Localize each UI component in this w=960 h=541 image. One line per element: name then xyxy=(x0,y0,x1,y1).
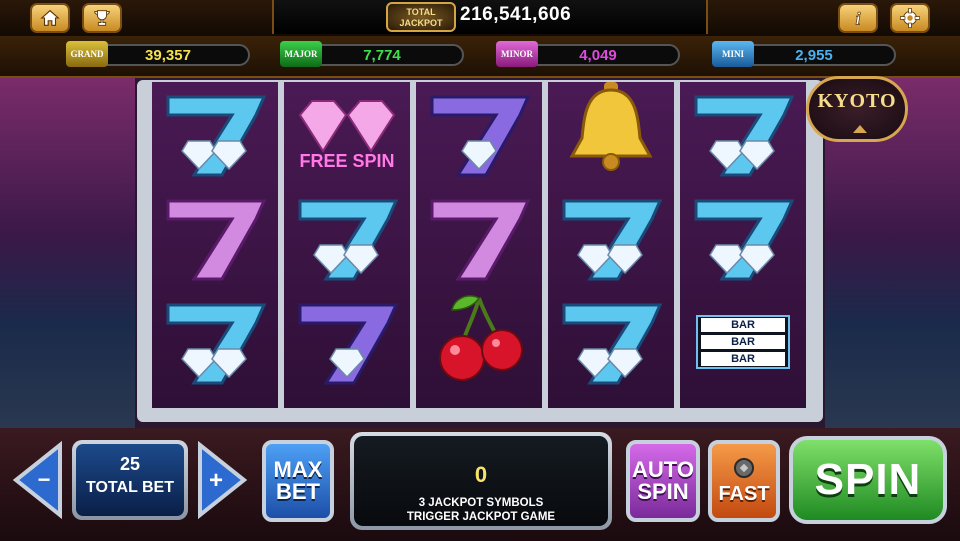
auto-spin-button[interactable]: AUTO SPIN xyxy=(626,440,700,522)
spin-button[interactable]: SPIN xyxy=(789,436,947,524)
max-bet-line1: MAX xyxy=(273,457,323,482)
reel-3-symbol-2 xyxy=(424,190,534,286)
reel-4-symbol-1 xyxy=(556,80,666,176)
minor-jackpot-value: 4,049 xyxy=(516,44,680,66)
jackpot-bar: 39,357 GRAND 7,774 MAJOR 4,049 MINOR 2,9… xyxy=(0,36,960,78)
win-message-line1: 3 JACKPOT SYMBOLS xyxy=(418,497,544,509)
seven-diamond-icon xyxy=(562,303,663,385)
total-jackpot-badge-line1: TOTAL xyxy=(406,7,436,17)
casino-background-left xyxy=(0,78,135,430)
major-jackpot-value: 7,774 xyxy=(300,44,464,66)
max-bet-line2: BET xyxy=(275,479,320,504)
right-arrow-icon: + xyxy=(198,441,248,519)
reel-5-symbol-3: BAR BAR BAR xyxy=(688,294,798,390)
total-bet-label: TOTAL BET xyxy=(86,479,174,496)
gear-icon xyxy=(900,8,920,28)
reel-4-symbol-2 xyxy=(556,190,666,286)
bell-icon xyxy=(569,82,653,171)
home-icon xyxy=(40,9,60,26)
bar-label-2: BAR xyxy=(701,334,785,349)
fast-button[interactable]: FAST xyxy=(708,440,780,522)
total-bet-value: 25 xyxy=(119,454,141,474)
reel-3-symbol-3 xyxy=(424,290,534,386)
seven-pink-icon xyxy=(430,199,531,281)
total-jackpot-badge: TOTAL JACKPOT xyxy=(386,2,456,32)
win-display: 0 3 JACKPOT SYMBOLS TRIGGER JACKPOT GAME xyxy=(350,432,612,530)
reel-2-symbol-3 xyxy=(292,294,402,390)
major-jackpot-badge: MAJOR xyxy=(280,41,322,67)
reel-5-symbol-1 xyxy=(688,86,798,182)
pink-diamond-icon xyxy=(298,99,396,153)
increase-bet-button[interactable]: + xyxy=(196,441,248,519)
info-icon: i xyxy=(855,8,862,29)
auto-spin-line2: SPIN xyxy=(637,479,689,504)
max-bet-button[interactable]: MAX BET xyxy=(262,440,334,522)
seven-diamond-icon xyxy=(298,303,399,385)
bar-label-1: BAR xyxy=(701,318,785,333)
spin-label: SPIN xyxy=(814,455,922,504)
triple-bar-icon: BAR BAR BAR xyxy=(696,315,790,369)
achievements-button[interactable] xyxy=(82,3,122,33)
seven-diamond-icon xyxy=(430,95,531,177)
total-jackpot-value: 216,541,606 xyxy=(460,4,572,25)
reel-2-symbol-1: FREE SPIN xyxy=(292,86,402,182)
seven-diamond-icon xyxy=(694,95,795,177)
svg-text:−: − xyxy=(38,467,51,492)
seven-diamond-icon xyxy=(694,199,795,281)
reel-2-symbol-2 xyxy=(292,190,402,286)
seven-pink-icon xyxy=(166,199,267,281)
cherries-icon xyxy=(439,295,523,381)
theme-badge[interactable]: KYOTO xyxy=(806,76,908,142)
left-arrow-icon: − xyxy=(12,441,62,519)
grand-jackpot-badge: GRAND xyxy=(66,41,108,67)
svg-text:i: i xyxy=(855,8,861,28)
svg-text:+: + xyxy=(209,467,223,494)
reel-5-symbol-2 xyxy=(688,190,798,286)
trophy-icon xyxy=(94,10,110,26)
free-spin-label: FREE SPIN xyxy=(299,150,395,171)
expand-up-icon xyxy=(853,125,867,133)
reel-1-symbol-2 xyxy=(160,190,270,286)
settings-button[interactable] xyxy=(890,3,930,33)
seven-diamond-icon xyxy=(562,199,663,281)
decrease-bet-button[interactable]: − xyxy=(12,441,64,519)
total-bet-display: 25 TOTAL BET xyxy=(72,440,188,520)
total-jackpot-badge-line2: JACKPOT xyxy=(399,18,443,28)
theme-badge-label: KYOTO xyxy=(817,90,897,112)
seven-diamond-icon xyxy=(166,95,267,177)
mini-jackpot-value: 2,955 xyxy=(732,44,896,66)
info-button[interactable]: i xyxy=(838,3,878,33)
mini-jackpot-badge: MINI xyxy=(712,41,754,67)
bar-label-3: BAR xyxy=(701,351,785,366)
reel-4-symbol-3 xyxy=(556,294,666,390)
seven-diamond-icon xyxy=(298,199,399,281)
win-message-line2: TRIGGER JACKPOT GAME xyxy=(406,511,556,523)
seven-diamond-icon xyxy=(166,303,267,385)
total-jackpot-panel: TOTAL JACKPOT 216,541,606 xyxy=(272,0,708,34)
reel-3-symbol-1 xyxy=(424,86,534,182)
fast-label: FAST xyxy=(718,483,770,505)
home-button[interactable] xyxy=(30,3,70,33)
grand-jackpot-value: 39,357 xyxy=(86,44,250,66)
win-value: 0 xyxy=(474,462,488,487)
auto-spin-line1: AUTO xyxy=(632,457,694,482)
reel-1-symbol-1 xyxy=(160,86,270,182)
fast-toggle-icon xyxy=(734,458,754,478)
minor-jackpot-badge: MINOR xyxy=(496,41,538,67)
reel-1-symbol-3 xyxy=(160,294,270,390)
